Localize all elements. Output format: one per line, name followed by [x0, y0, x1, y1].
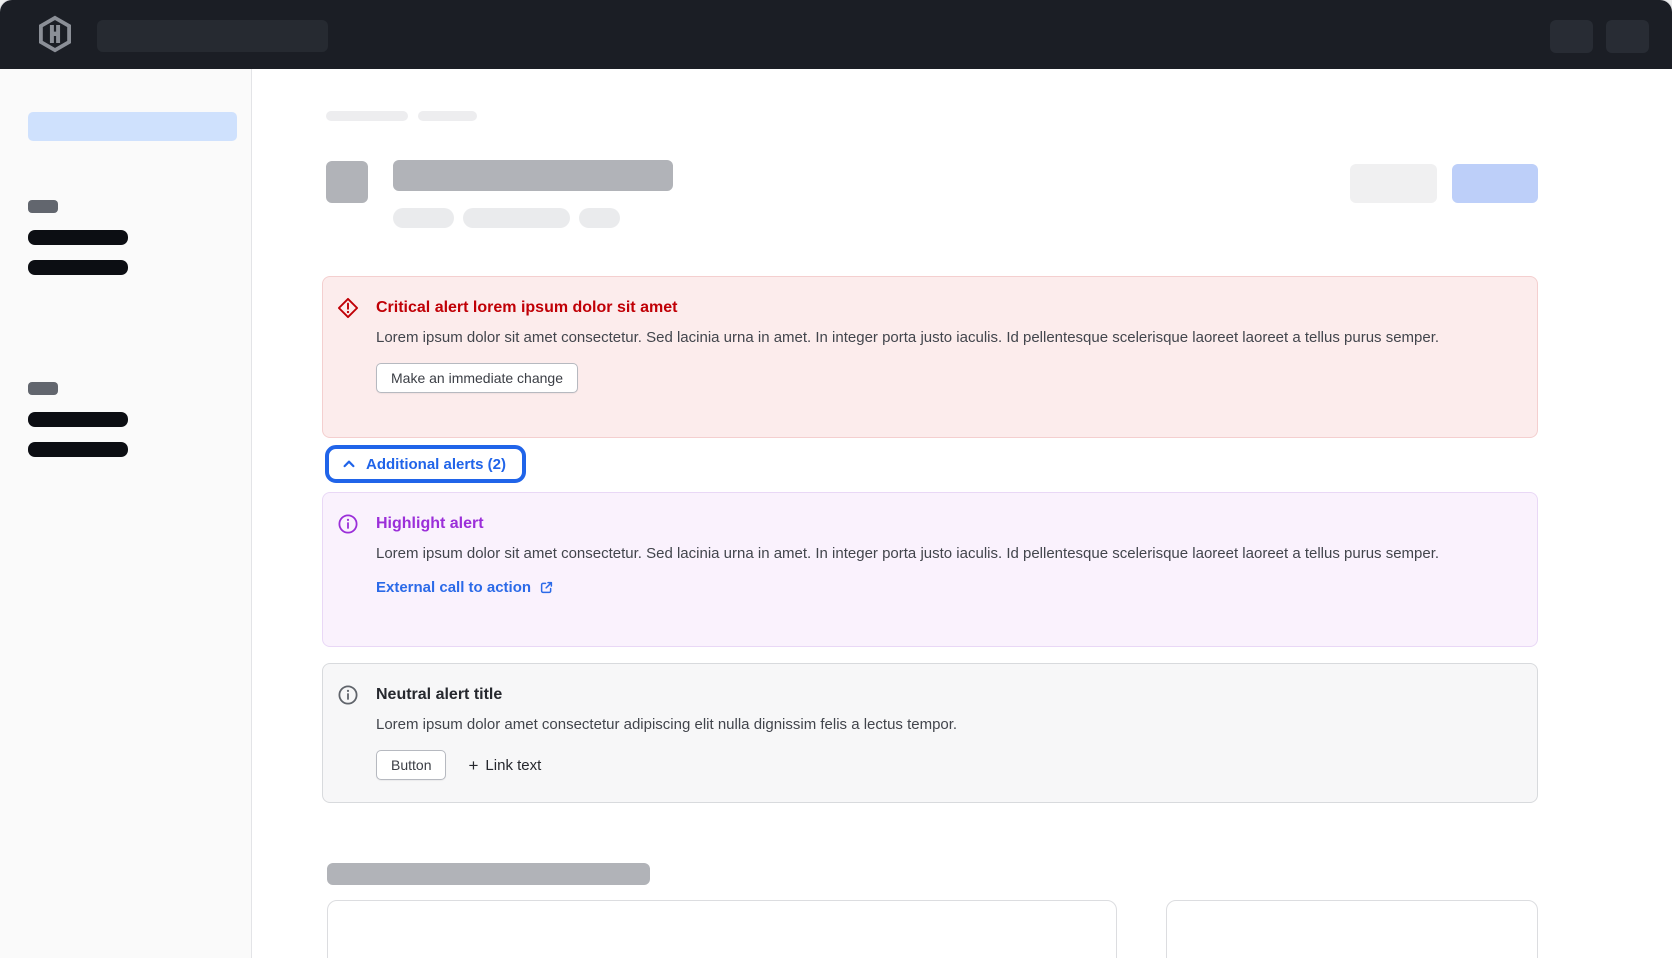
external-link-icon — [539, 580, 554, 595]
sidebar-nav-item-skeleton[interactable] — [28, 412, 128, 427]
page-meta — [393, 208, 620, 228]
info-circle-icon — [337, 684, 359, 706]
neutral-alert-link[interactable]: + Link text — [468, 757, 541, 774]
alert-title: Highlight alert — [376, 512, 1439, 536]
info-circle-icon — [337, 513, 359, 535]
sidebar-nav-item-skeleton[interactable] — [28, 230, 128, 245]
alert-body: Lorem ipsum dolor sit amet consectetur. … — [376, 542, 1439, 565]
sidebar-section-label-skeleton — [28, 382, 58, 395]
alert-content: Highlight alert Lorem ipsum dolor sit am… — [376, 512, 1439, 646]
sidebar-section-label-skeleton — [28, 200, 58, 213]
meta-badge-skeleton — [393, 208, 454, 228]
app-window: Critical alert lorem ipsum dolor sit ame… — [0, 0, 1672, 958]
topbar-button-skeleton[interactable] — [1550, 20, 1593, 53]
breadcrumb-item-skeleton[interactable] — [326, 111, 408, 121]
breadcrumb-item-skeleton[interactable] — [418, 111, 477, 121]
additional-alerts-toggle[interactable]: Additional alerts (2) — [325, 445, 526, 483]
meta-badge-skeleton — [463, 208, 570, 228]
page-title-skeleton — [393, 160, 673, 191]
primary-button-skeleton[interactable] — [1452, 164, 1538, 203]
link-label: External call to action — [376, 579, 531, 596]
plus-icon: + — [468, 757, 478, 774]
page-icon-skeleton — [326, 161, 368, 203]
alert-body: Lorem ipsum dolor amet consectetur adipi… — [376, 713, 957, 736]
search-input-skeleton[interactable] — [97, 20, 328, 52]
section-heading-skeleton — [327, 863, 650, 885]
hashicorp-logo-icon[interactable] — [36, 15, 74, 53]
secondary-button-skeleton[interactable] — [1350, 164, 1437, 203]
chevron-up-icon — [341, 456, 357, 472]
content-card — [1166, 900, 1538, 958]
content-card — [327, 900, 1117, 958]
alert-diamond-icon — [337, 297, 359, 319]
alert-title: Critical alert lorem ipsum dolor sit ame… — [376, 296, 1439, 320]
critical-alert-banner: Critical alert lorem ipsum dolor sit ame… — [322, 276, 1538, 438]
alert-body: Lorem ipsum dolor sit amet consectetur. … — [376, 326, 1439, 349]
sidebar-nav-item-skeleton[interactable] — [28, 260, 128, 275]
alert-content: Neutral alert title Lorem ipsum dolor am… — [376, 683, 957, 802]
neutral-alert-banner: Neutral alert title Lorem ipsum dolor am… — [322, 663, 1538, 803]
sidebar — [0, 69, 252, 958]
topbar-button-skeleton[interactable] — [1606, 20, 1649, 53]
topbar — [0, 0, 1672, 69]
sidebar-selected-item-skeleton[interactable] — [28, 112, 237, 141]
toggle-label: Additional alerts (2) — [366, 456, 506, 473]
alert-content: Critical alert lorem ipsum dolor sit ame… — [376, 296, 1439, 437]
neutral-alert-button[interactable]: Button — [376, 750, 446, 780]
highlight-alert-banner: Highlight alert Lorem ipsum dolor sit am… — [322, 492, 1538, 647]
main-content: Critical alert lorem ipsum dolor sit ame… — [252, 69, 1672, 958]
immediate-change-button[interactable]: Make an immediate change — [376, 363, 578, 393]
meta-badge-skeleton — [579, 208, 620, 228]
sidebar-nav-item-skeleton[interactable] — [28, 442, 128, 457]
breadcrumb — [326, 111, 477, 121]
link-label: Link text — [485, 757, 541, 774]
alert-title: Neutral alert title — [376, 683, 957, 707]
external-call-to-action-link[interactable]: External call to action — [376, 579, 554, 596]
